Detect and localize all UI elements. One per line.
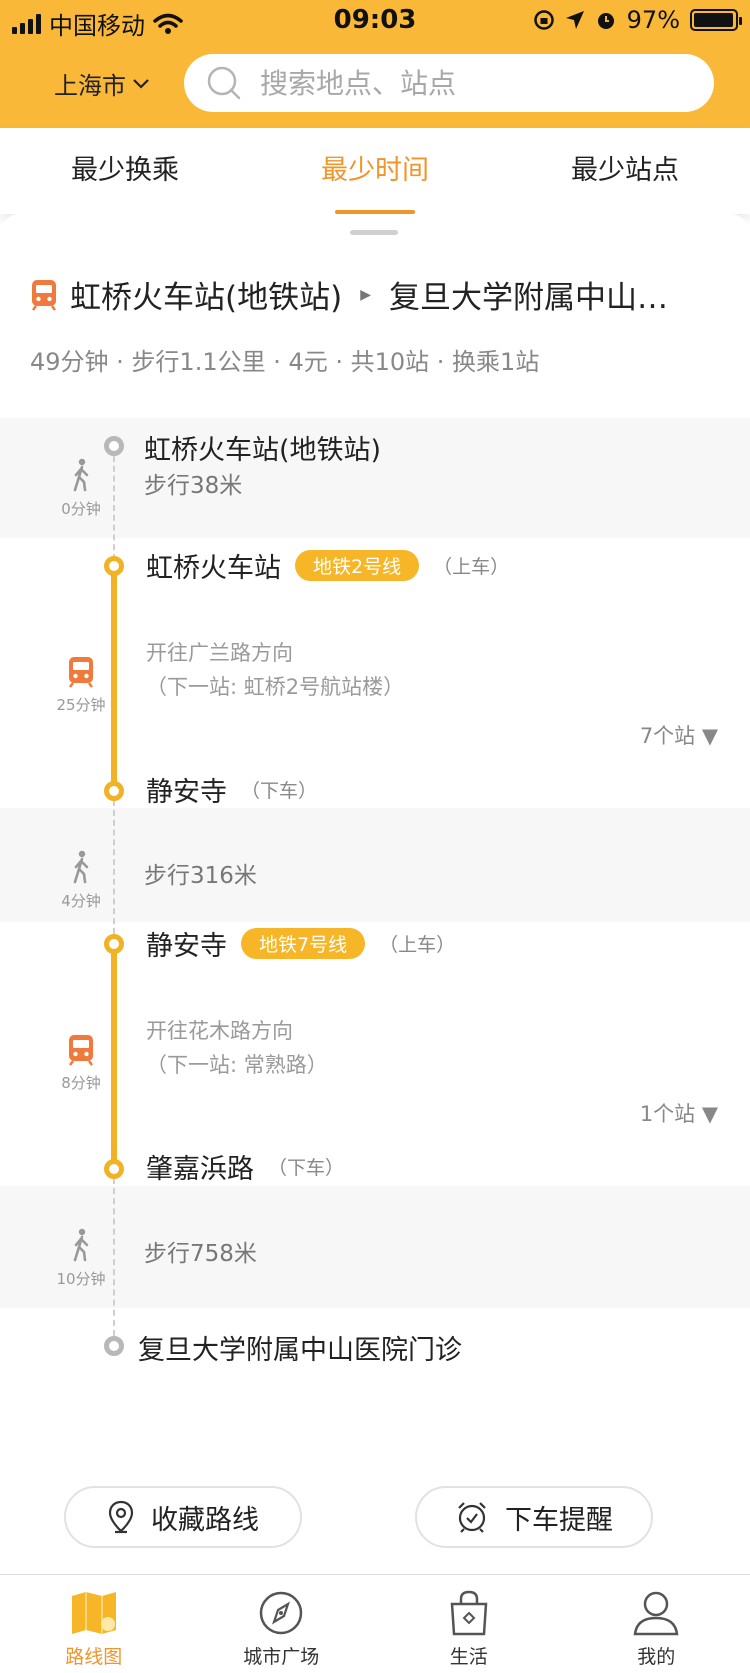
user-icon <box>633 1591 679 1636</box>
tabbar-item-mine[interactable]: 我的 <box>563 1575 750 1673</box>
route-mode-tabs: 最少换乘 最少时间 最少站点 <box>0 128 750 214</box>
end-dot <box>104 1336 124 1356</box>
status-right: 97% <box>533 6 742 34</box>
ride1-board-note: （上车） <box>433 556 510 578</box>
walk3-distance: 步行758米 <box>144 1241 257 1267</box>
app-header: 中国移动 09:03 97% 上海市 <box>0 0 750 128</box>
tabbar-item-city-plaza[interactable]: 城市广场 <box>188 1575 376 1673</box>
ride2-minutes: 8分钟 <box>61 1074 101 1092</box>
ride2-board: 静安寺 地铁7号线 （上车） <box>146 924 455 963</box>
ride2-board-station: 静安寺 <box>146 931 227 962</box>
board-dot-2 <box>104 934 124 954</box>
ride1-stops-toggle[interactable]: 7个站 ▼ <box>640 720 718 750</box>
rotation-lock-icon <box>533 10 554 30</box>
compass-icon <box>260 1591 303 1635</box>
walk-icon <box>73 458 89 492</box>
battery-icon <box>690 9 742 31</box>
city-selector[interactable]: 上海市 <box>54 66 150 101</box>
ride1-alight: 静安寺 （下车） <box>146 770 317 809</box>
board-dot-1 <box>104 556 124 576</box>
tabbar-label: 生活 <box>449 1646 488 1668</box>
alight-dot-2 <box>104 1159 124 1179</box>
location-pin-icon <box>108 1500 134 1534</box>
search-input[interactable] <box>260 66 680 100</box>
alight-reminder-label: 下车提醒 <box>505 1504 613 1536</box>
search-bar[interactable] <box>184 54 714 112</box>
walk2-duration: 4分钟 <box>40 850 122 911</box>
walk2-distance: 步行316米 <box>144 863 257 889</box>
favorite-route-button[interactable]: 收藏路线 <box>64 1486 302 1548</box>
alarm-icon <box>597 13 614 29</box>
start-station: 虹桥火车站(地铁站) <box>144 435 382 466</box>
ride1-direction: 开往广兰路方向 <box>146 641 293 665</box>
end-station: 复旦大学附属中山医院门诊 <box>138 1335 462 1366</box>
walk3-minutes: 10分钟 <box>56 1270 106 1288</box>
ride2-direction: 开往花木路方向 <box>146 1019 293 1043</box>
ride2-alight-station: 肇嘉浜路 <box>146 1154 254 1185</box>
walk1-minutes: 0分钟 <box>61 500 101 518</box>
status-bar: 中国移动 09:03 97% <box>0 0 750 42</box>
favorite-route-label: 收藏路线 <box>151 1504 259 1536</box>
ride1-next-stop: （下一站: 虹桥2号航站楼） <box>146 675 405 699</box>
battery-percent: 97% <box>626 6 680 34</box>
route-origin: 虹桥火车站(地铁站) <box>70 280 343 316</box>
tabbar-item-life[interactable]: 生活 <box>375 1575 563 1673</box>
location-arrow-icon <box>565 11 584 29</box>
tab-shortest-time[interactable]: 最少时间 <box>250 128 500 214</box>
metro-icon <box>69 1035 93 1066</box>
ride2-duration: 8分钟 <box>40 1034 122 1093</box>
ride2-stops-toggle[interactable]: 1个站 ▼ <box>640 1098 718 1128</box>
ride2-alight-note: （下车） <box>268 1157 345 1179</box>
walk1-distance: 步行38米 <box>144 473 243 499</box>
walk3-duration: 10分钟 <box>40 1228 122 1289</box>
tabbar-item-route-map[interactable]: 路线图 <box>0 1575 188 1673</box>
ride2-board-note: （上车） <box>379 934 456 956</box>
metro-icon <box>69 657 93 688</box>
ride1-line-badge[interactable]: 地铁2号线 <box>295 550 420 581</box>
search-icon <box>207 66 241 100</box>
start-dot <box>104 436 124 456</box>
walk1-duration: 0分钟 <box>40 458 122 519</box>
walk-icon <box>73 850 89 884</box>
map-icon <box>71 1592 116 1634</box>
tabbar-label: 城市广场 <box>243 1646 320 1668</box>
arrow-right-icon: ▶ <box>360 286 371 303</box>
route-summary: 49分钟 · 步行1.1公里 · 4元 · 共10站 · 换乘1站 <box>30 348 540 376</box>
ride1-duration: 25分钟 <box>40 656 122 715</box>
ride1-alight-note: （下车） <box>241 780 318 802</box>
city-label: 上海市 <box>54 72 126 100</box>
shopping-bag-icon <box>450 1590 488 1636</box>
alight-dot-1 <box>104 781 124 801</box>
alarm-clock-icon <box>458 1502 486 1533</box>
metro-icon <box>32 279 56 311</box>
tabbar-label: 我的 <box>637 1646 676 1668</box>
walk2-minutes: 4分钟 <box>61 892 101 910</box>
alight-reminder-button[interactable]: 下车提醒 <box>415 1486 653 1548</box>
walk-icon <box>73 1228 89 1262</box>
ride2-next-stop: （下一站: 常熟路） <box>146 1053 328 1077</box>
ride2-line-badge[interactable]: 地铁7号线 <box>241 928 366 959</box>
bottom-tab-bar: 路线图 城市广场 生活 我的 <box>0 1574 750 1673</box>
route-destination: 复旦大学附属中山… <box>388 280 668 316</box>
tabbar-label: 路线图 <box>65 1646 123 1668</box>
tab-fewest-stops[interactable]: 最少站点 <box>500 128 750 214</box>
ride1-alight-station: 静安寺 <box>146 777 227 808</box>
ride2-alight: 肇嘉浜路 （下车） <box>146 1147 344 1186</box>
chevron-down-icon <box>133 78 149 89</box>
ride1-minutes: 25分钟 <box>56 696 106 714</box>
drag-handle[interactable] <box>350 230 398 235</box>
ride1-board: 虹桥火车站 地铁2号线 （上车） <box>146 546 509 585</box>
ride1-board-station: 虹桥火车站 <box>146 553 281 584</box>
route-title: 虹桥火车站(地铁站) ▶ 复旦大学附属中山… <box>30 272 730 317</box>
tab-fewest-transfers[interactable]: 最少换乘 <box>0 128 250 214</box>
